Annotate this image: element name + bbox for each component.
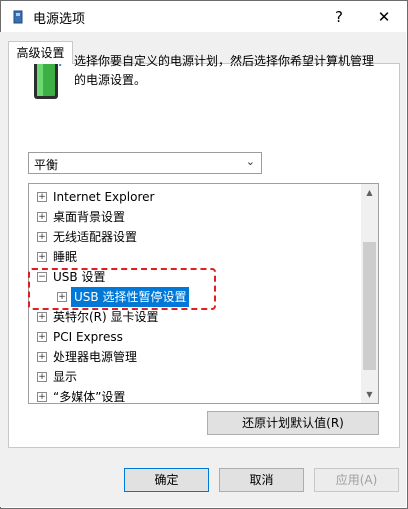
power-plan-value: 平衡 [34, 158, 59, 172]
vertical-scrollbar[interactable]: ▲ ▼ [361, 184, 378, 403]
expand-icon[interactable]: + [37, 372, 47, 382]
tree-item-label: PCI Express [53, 330, 123, 344]
tree-item-label: 英特尔(R) 显卡设置 [53, 310, 159, 324]
tree-item-label-selected: USB 选择性暂停设置 [71, 287, 190, 307]
chevron-down-icon: ⌄ [245, 155, 255, 168]
expand-icon[interactable]: + [37, 332, 47, 342]
tree-item-label: USB 设置 [53, 270, 106, 284]
power-options-icon [13, 10, 23, 24]
tree-item-label: 处理器电源管理 [53, 350, 138, 364]
description-text: 选择你要自定义的电源计划，然后选择你希望计算机管理的电源设置。 [74, 54, 375, 87]
tree-item-label: 显示 [53, 370, 78, 384]
tree-item-label: Internet Explorer [53, 190, 155, 204]
expand-icon[interactable]: + [37, 392, 47, 402]
scroll-up-icon[interactable]: ▲ [361, 184, 378, 201]
expand-icon[interactable]: + [37, 252, 47, 262]
close-button[interactable]: ✕ [361, 1, 407, 33]
scroll-down-icon[interactable]: ▼ [361, 386, 378, 403]
expand-icon[interactable]: + [37, 212, 47, 222]
tab-advanced-settings[interactable]: 高级设置 [8, 41, 73, 64]
expand-icon[interactable]: + [37, 312, 47, 322]
restore-defaults-button[interactable]: 还原计划默认值(R) [207, 411, 379, 435]
tree-item-label: 睡眠 [53, 250, 78, 264]
power-plan-select[interactable]: 平衡 ⌄ [28, 152, 262, 174]
tree-item-label: 桌面背景设置 [53, 210, 126, 224]
scrollbar-thumb[interactable] [363, 242, 376, 370]
ok-button[interactable]: 确定 [124, 468, 209, 492]
window-title: 电源选项 [33, 12, 86, 27]
expand-icon[interactable]: + [57, 292, 67, 302]
expand-icon[interactable]: + [37, 192, 47, 202]
tree-item-label: 无线适配器设置 [53, 230, 138, 244]
expand-icon[interactable]: + [37, 352, 47, 362]
help-button[interactable]: ? [316, 1, 362, 33]
apply-button[interactable]: 应用(A) [314, 468, 399, 492]
title-bar[interactable]: 电源选项 ? ✕ [1, 1, 407, 33]
expand-icon[interactable]: + [37, 232, 47, 242]
tree-item-label: “多媒体”设置 [53, 390, 126, 404]
collapse-icon[interactable]: − [37, 272, 47, 282]
settings-tree[interactable]: + Internet Explorer + 桌面背景设置 + 无线适配器设置 +… [28, 183, 379, 404]
cancel-button[interactable]: 取消 [219, 468, 304, 492]
